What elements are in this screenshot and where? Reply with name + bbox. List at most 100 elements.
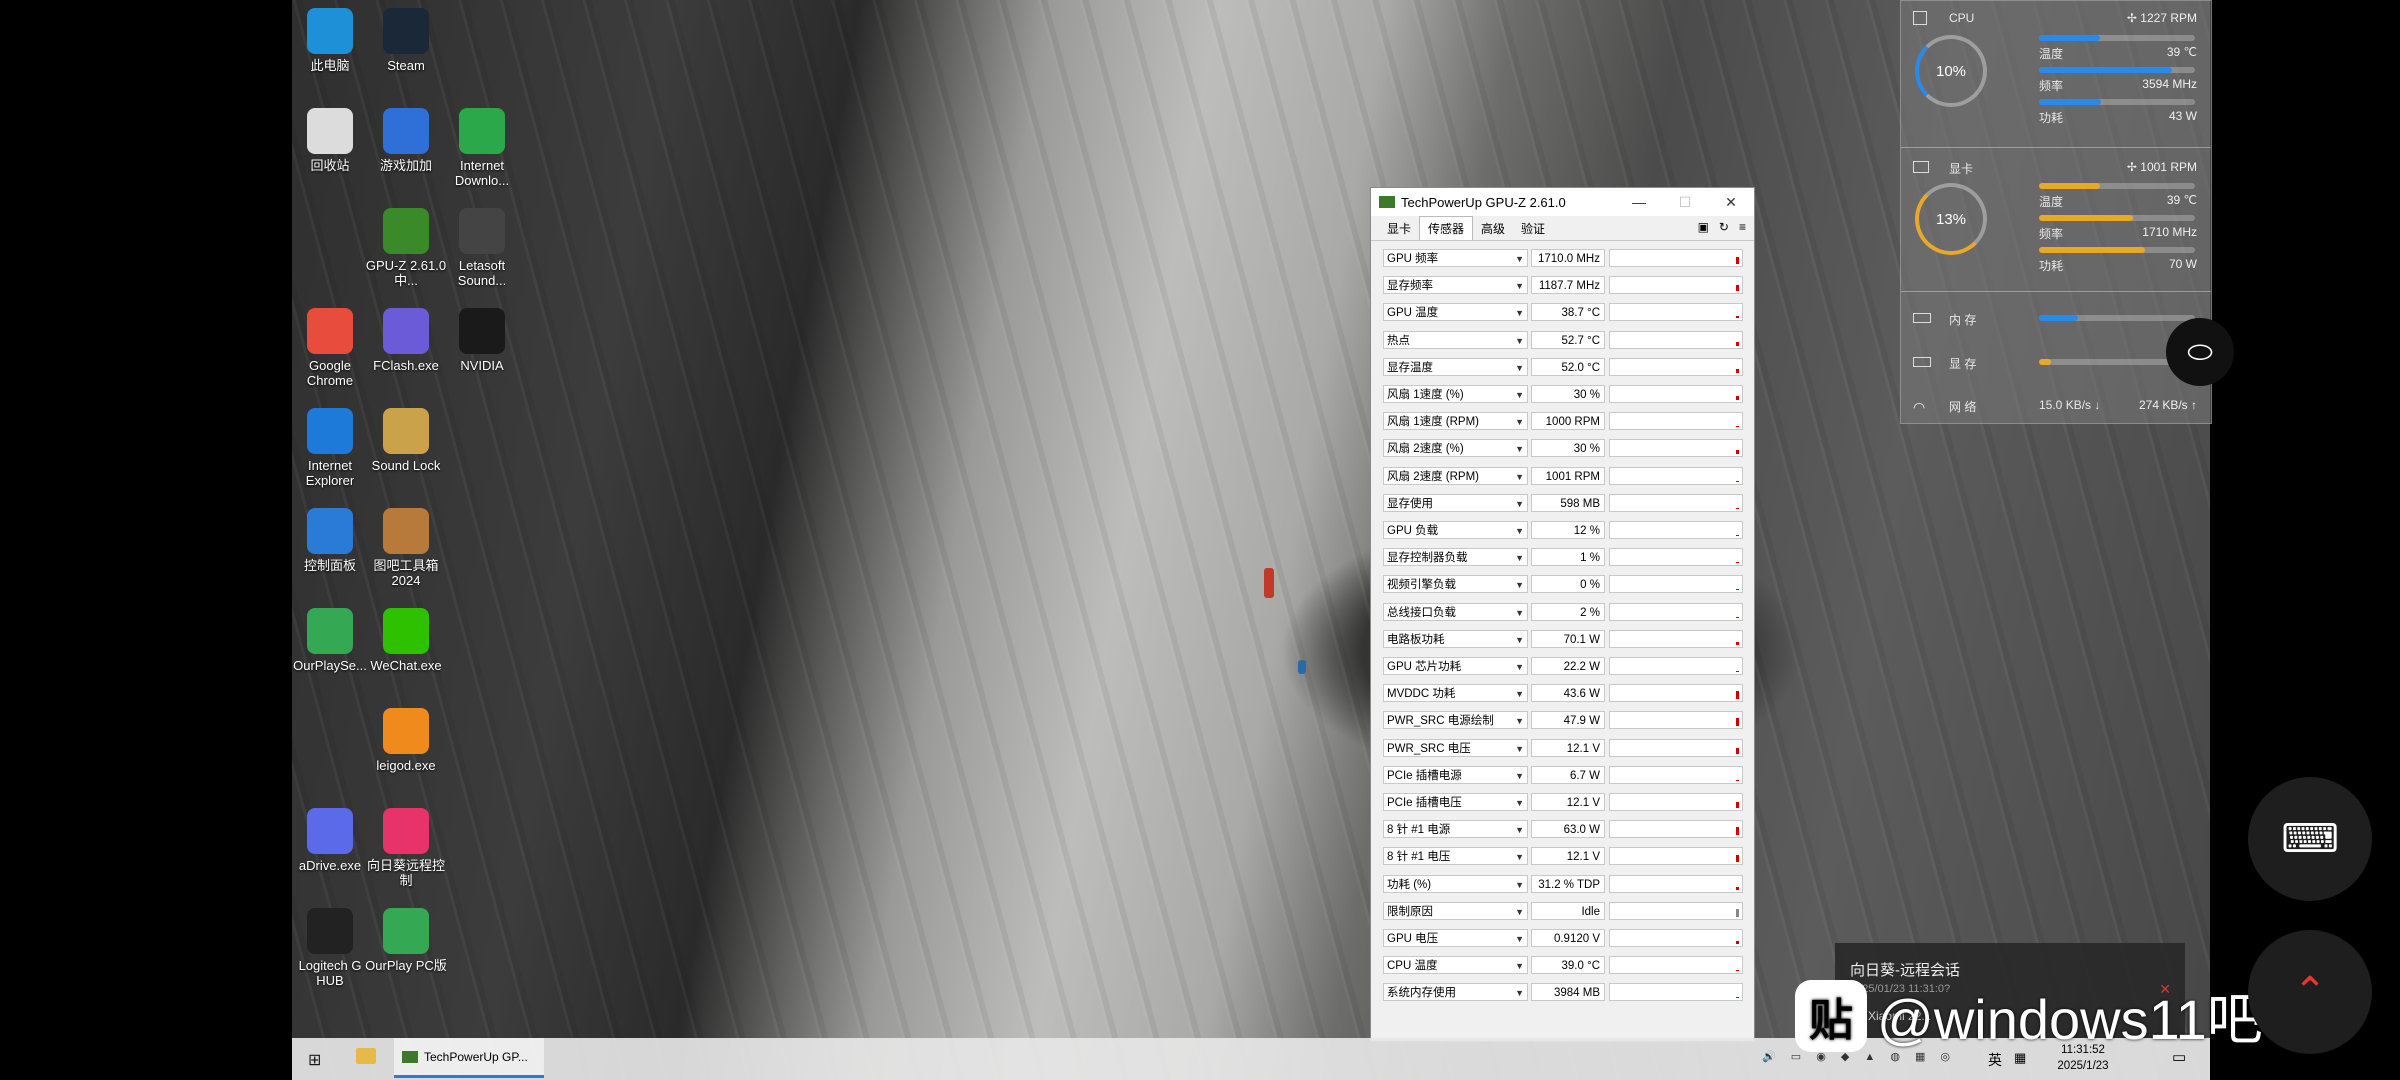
sensor-name[interactable]: 总线接口负载 ▼ [1383, 602, 1528, 621]
sensor-name[interactable]: GPU 负载 ▼ [1383, 521, 1528, 539]
chevron-down-icon[interactable]: ▼ [1515, 821, 1524, 837]
cpu-power-fill [2039, 99, 2102, 105]
taskbar-item-gpuz[interactable]: TechPowerUp GP... [394, 1038, 544, 1078]
sensor-graph-bar [1736, 535, 1739, 536]
chevron-down-icon[interactable]: ▼ [1515, 468, 1524, 484]
sensor-name[interactable]: 风扇 2速度 (%) ▼ [1383, 439, 1528, 458]
maximize-button[interactable]: ☐ [1662, 194, 1708, 211]
sensor-row: 总线接口负载 ▼ 2 % [1383, 601, 1743, 623]
sensor-row: 限制原因 ▼ Idle [1383, 900, 1743, 922]
desktop-icon[interactable]: NVIDIA [438, 308, 526, 373]
sensor-name[interactable]: GPU 芯片功耗 ▼ [1383, 657, 1528, 675]
chevron-down-icon[interactable]: ▼ [1515, 876, 1524, 892]
sensor-name[interactable]: GPU 温度 ▼ [1383, 303, 1528, 322]
start-button[interactable]: ⊞ [308, 1050, 321, 1070]
keyboard-button[interactable]: ⌨ [2248, 777, 2372, 901]
sensor-name-text: 风扇 1速度 (RPM) [1387, 416, 1479, 429]
sensor-name[interactable]: 显存控制器负载 ▼ [1383, 548, 1528, 567]
desktop-icon[interactable]: Letasoft Sound... [438, 208, 526, 288]
gpuz-window[interactable]: TechPowerUp GPU-Z 2.61.0 — ☐ ✕ 显卡 传感器 高级… [1370, 187, 1755, 1042]
desktop-icon[interactable]: leigod.exe [362, 708, 450, 773]
gpuz-titlebar[interactable]: TechPowerUp GPU-Z 2.61.0 — ☐ ✕ [1371, 188, 1754, 216]
sensor-name[interactable]: MVDDC 功耗 ▼ [1383, 684, 1528, 703]
chevron-down-icon[interactable]: ▼ [1515, 576, 1524, 592]
sensor-name[interactable]: CPU 温度 ▼ [1383, 956, 1528, 975]
chevron-down-icon[interactable]: ▼ [1515, 604, 1524, 620]
sensor-name[interactable]: 功耗 (%) ▼ [1383, 874, 1528, 893]
sensor-name[interactable]: 显存温度 ▼ [1383, 357, 1528, 376]
sensor-graph [1609, 738, 1743, 757]
network-label: 网 络 [1949, 400, 1977, 414]
sensor-name[interactable]: GPU 电压 ▼ [1383, 929, 1528, 947]
file-explorer-icon[interactable] [356, 1048, 376, 1064]
tab-advanced[interactable]: 高级 [1473, 217, 1513, 240]
close-button[interactable]: ✕ [1708, 194, 1754, 211]
sensor-name[interactable]: 8 针 #1 电源 ▼ [1383, 820, 1528, 839]
chevron-down-icon[interactable]: ▼ [1515, 685, 1524, 701]
sensor-graph-bar [1736, 855, 1739, 863]
tab-sensors[interactable]: 传感器 [1419, 216, 1474, 240]
chevron-down-icon[interactable]: ▼ [1515, 386, 1524, 402]
chevron-down-icon[interactable]: ▼ [1515, 903, 1524, 919]
chevron-down-icon[interactable]: ▼ [1515, 631, 1524, 647]
sensor-name[interactable]: 显存频率 ▼ [1383, 276, 1528, 295]
chevron-down-icon[interactable]: ▼ [1515, 930, 1524, 946]
sensor-name[interactable]: 系统内存使用 ▼ [1383, 983, 1528, 1002]
chevron-down-icon[interactable]: ▼ [1515, 767, 1524, 783]
sensor-name[interactable]: 限制原因 ▼ [1383, 901, 1528, 920]
chevron-down-icon[interactable]: ▼ [1515, 984, 1524, 1000]
minimize-button[interactable]: — [1616, 194, 1662, 210]
desktop-icon[interactable]: WeChat.exe [362, 608, 450, 673]
sensor-name[interactable]: 8 针 #1 电压 ▼ [1383, 847, 1528, 866]
sensor-name[interactable]: 视频引擎负载 ▼ [1383, 575, 1528, 594]
sensor-name-text: GPU 芯片功耗 [1387, 661, 1462, 673]
sensor-name[interactable]: 热点 ▼ [1383, 330, 1528, 349]
chevron-down-icon[interactable]: ▼ [1515, 495, 1524, 511]
desktop-icon[interactable]: 图吧工具箱2024 [362, 508, 450, 588]
desktop-icon[interactable]: Sound Lock [362, 408, 450, 473]
chevron-down-icon[interactable]: ▼ [1515, 277, 1524, 293]
refresh-icon[interactable]: ↻ [1719, 220, 1729, 234]
sensor-name[interactable]: 电路板功耗 ▼ [1383, 629, 1528, 648]
tag-button[interactable]: ⬭ [2166, 318, 2234, 386]
recycle-bin-icon [307, 108, 353, 154]
expand-button[interactable]: ⌃ [2248, 930, 2372, 1054]
sensor-name[interactable]: 风扇 1速度 (RPM) ▼ [1383, 412, 1528, 431]
tab-validation[interactable]: 验证 [1513, 217, 1553, 240]
desktop-icon[interactable]: 向日葵远程控制 [362, 808, 450, 888]
sensor-name[interactable]: 风扇 2速度 (RPM) ▼ [1383, 466, 1528, 485]
sensor-name[interactable]: PCIe 插槽电源 ▼ [1383, 765, 1528, 784]
desktop-icon[interactable]: OurPlay PC版 [362, 908, 450, 973]
desktop-icon[interactable]: Internet Downlo... [438, 108, 526, 188]
chevron-down-icon[interactable]: ▼ [1515, 413, 1524, 429]
chevron-down-icon[interactable]: ▼ [1515, 957, 1524, 973]
chevron-down-icon[interactable]: ▼ [1515, 359, 1524, 375]
sensor-name[interactable]: 风扇 1速度 (%) ▼ [1383, 385, 1528, 403]
sensor-name[interactable]: PCIe 插槽电压 ▼ [1383, 793, 1528, 811]
tab-graphics-card[interactable]: 显卡 [1379, 217, 1419, 240]
chevron-down-icon[interactable]: ▼ [1515, 794, 1524, 810]
cpu-usage-ring: 10% [1915, 35, 1987, 107]
chevron-down-icon[interactable]: ▼ [1515, 549, 1524, 565]
menu-icon[interactable]: ≡ [1739, 220, 1746, 234]
chevron-down-icon[interactable]: ▼ [1515, 250, 1524, 266]
chevron-down-icon[interactable]: ▼ [1515, 304, 1524, 320]
camera-icon[interactable]: ▣ [1698, 220, 1709, 234]
desktop-icon[interactable]: 游戏加加 [362, 108, 450, 173]
sensor-name[interactable]: PWR_SRC 电压 ▼ [1383, 738, 1528, 757]
chevron-down-icon[interactable]: ▼ [1515, 658, 1524, 674]
desktop-icon[interactable]: GPU-Z 2.61.0中... [362, 208, 450, 288]
chevron-down-icon[interactable]: ▼ [1515, 440, 1524, 456]
chevron-down-icon[interactable]: ▼ [1515, 712, 1524, 728]
desktop-icon[interactable]: FClash.exe [362, 308, 450, 373]
sensor-name[interactable]: PWR_SRC 电源绘制 ▼ [1383, 711, 1528, 730]
sensor-name[interactable]: GPU 频率 ▼ [1383, 249, 1528, 267]
chevron-down-icon[interactable]: ▼ [1515, 848, 1524, 864]
sensor-name-text: PWR_SRC 电压 [1387, 742, 1471, 755]
chevron-down-icon[interactable]: ▼ [1515, 522, 1524, 538]
sensor-name[interactable]: 显存使用 ▼ [1383, 493, 1528, 512]
chevron-down-icon[interactable]: ▼ [1515, 740, 1524, 756]
sensor-graph [1609, 657, 1743, 675]
chevron-down-icon[interactable]: ▼ [1515, 332, 1524, 348]
desktop-icon[interactable]: Steam [362, 8, 450, 73]
